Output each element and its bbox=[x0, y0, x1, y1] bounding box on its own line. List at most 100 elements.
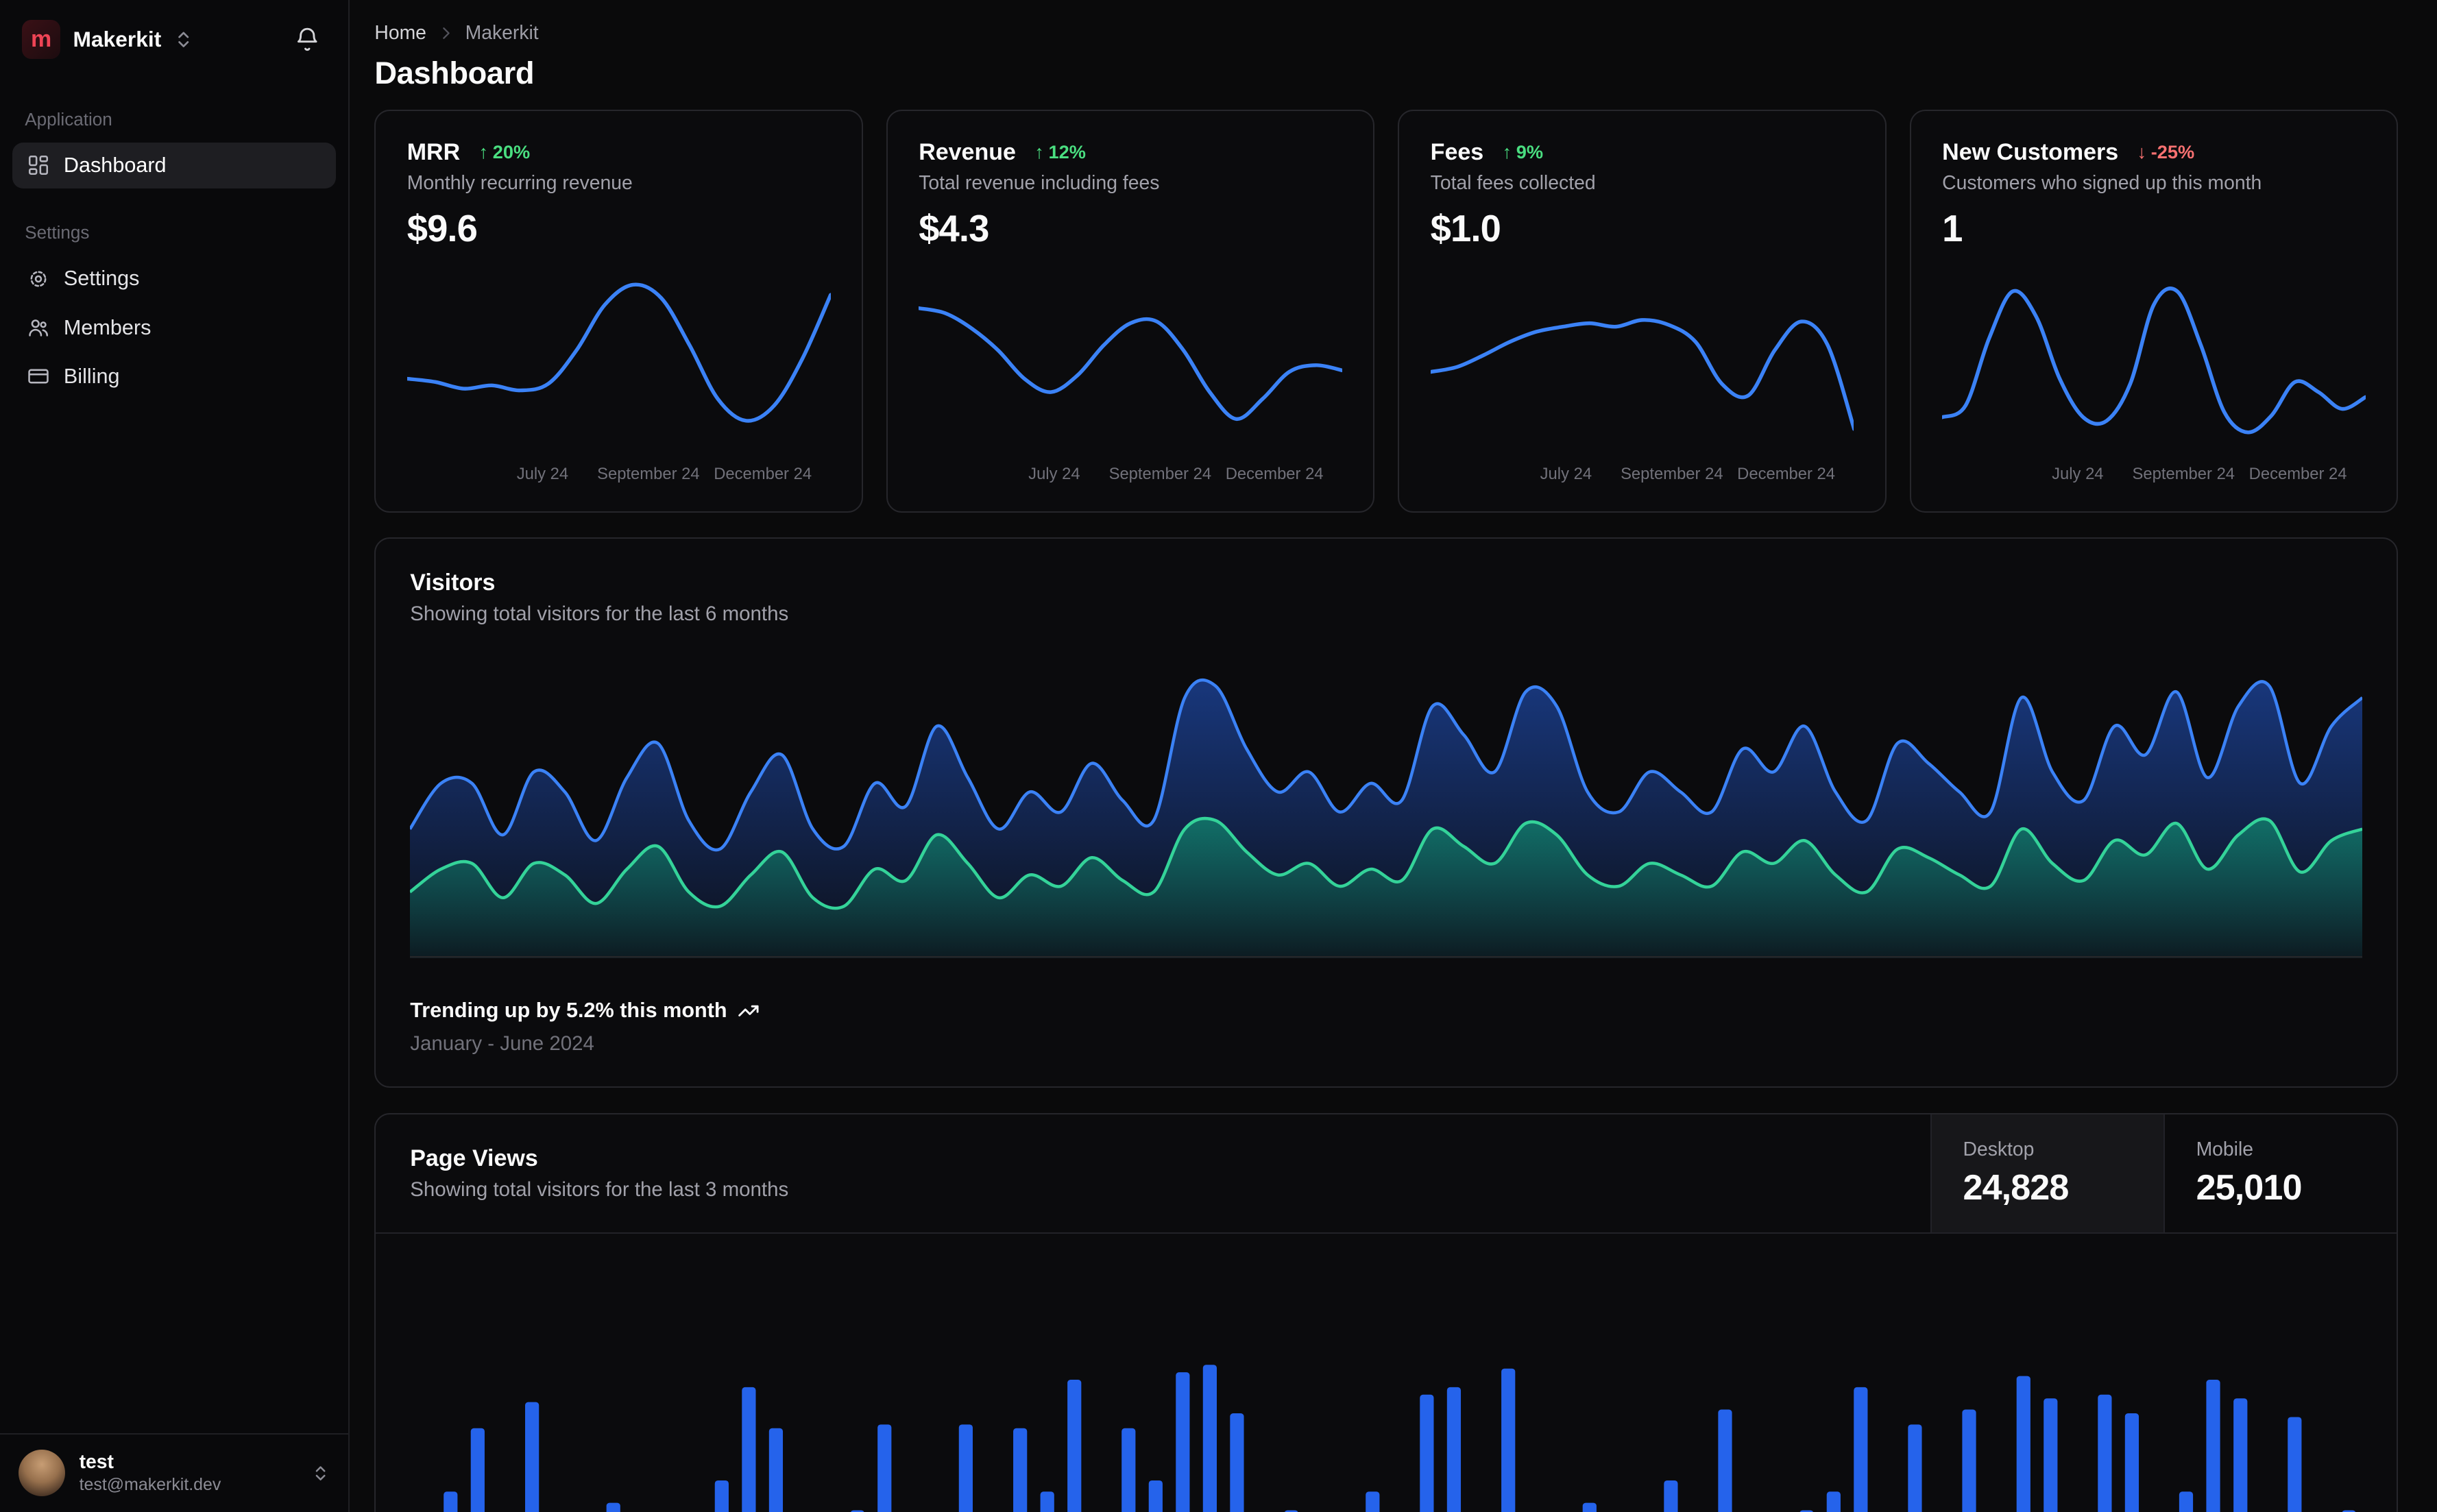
app-root: m Makerkit Application Dashboard Setting… bbox=[0, 0, 2437, 1512]
sidebar-item-billing[interactable]: Billing bbox=[12, 354, 336, 400]
toggle-value: 25,010 bbox=[2196, 1168, 2303, 1208]
trend-badge: ↑ 9% bbox=[1502, 141, 1543, 163]
toggle-desktop[interactable]: Desktop 24,828 bbox=[1930, 1114, 2164, 1233]
chevrons-up-down-icon bbox=[178, 32, 189, 47]
sidebar-footer: test test@makerkit.dev bbox=[0, 1432, 349, 1512]
sidebar-item-label: Dashboard bbox=[63, 153, 167, 177]
line-chart bbox=[919, 306, 1342, 422]
chevron-right-icon bbox=[437, 25, 454, 42]
sidebar-item-settings[interactable]: Settings bbox=[12, 256, 336, 302]
sidebar-item-label: Members bbox=[63, 315, 151, 339]
x-axis-label: July 24 bbox=[1540, 464, 1592, 483]
x-axis-label: September 24 bbox=[2132, 464, 2235, 483]
users-icon bbox=[27, 316, 50, 339]
nav-section-application: Application bbox=[25, 108, 112, 130]
sidebar-item-members[interactable]: Members bbox=[12, 305, 336, 351]
notifications-button[interactable] bbox=[288, 20, 327, 59]
page-views-bar-chart bbox=[376, 1287, 2397, 1512]
x-axis-label: July 24 bbox=[1028, 464, 1080, 483]
main-content: Home Makerkit Dashboard MRR ↑ 20% Monthl… bbox=[350, 0, 2437, 1512]
credit-card-icon bbox=[27, 365, 50, 388]
trend-note-text: Trending up by 5.2% this month bbox=[410, 999, 727, 1023]
toggle-label: Mobile bbox=[2196, 1138, 2254, 1160]
page-views-subtitle: Showing total visitors for the last 3 mo… bbox=[410, 1178, 789, 1202]
stat-title: New Customers bbox=[1942, 138, 2119, 165]
workspace-selector[interactable]: m Makerkit bbox=[21, 20, 194, 60]
user-menu[interactable]: test test@makerkit.dev bbox=[19, 1450, 330, 1497]
x-axis-label: September 24 bbox=[1108, 464, 1212, 483]
sidebar-nav: Application Dashboard Settings Settings … bbox=[0, 75, 348, 402]
stat-subtitle: Customers who signed up this month bbox=[1942, 171, 2262, 194]
visitors-period: January - June 2024 bbox=[410, 1032, 594, 1056]
stat-card-fees: Fees ↑ 9% Total fees collected $1.0 July… bbox=[1398, 109, 1887, 513]
stat-value: 1 bbox=[1942, 207, 1963, 249]
sidebar-item-label: Billing bbox=[63, 364, 120, 388]
breadcrumb-home-link[interactable]: Home bbox=[374, 22, 426, 45]
stat-value: $1.0 bbox=[1430, 207, 1501, 249]
trend-badge: ↑ 12% bbox=[1034, 141, 1086, 163]
trend-badge: ↓ -25% bbox=[2137, 141, 2194, 163]
stat-subtitle: Total revenue including fees bbox=[919, 171, 1160, 194]
trend-badge: ↑ 20% bbox=[478, 141, 530, 163]
x-axis-label: December 24 bbox=[1737, 464, 1836, 483]
stat-card-revenue: Revenue ↑ 12% Total revenue including fe… bbox=[886, 109, 1375, 513]
sidebar-item-label: Settings bbox=[63, 267, 140, 291]
breadcrumb-current: Makerkit bbox=[465, 21, 539, 44]
gear-icon bbox=[27, 267, 50, 291]
avatar bbox=[19, 1450, 66, 1497]
x-axis-label: December 24 bbox=[2248, 464, 2347, 483]
workspace-name: Makerkit bbox=[73, 27, 162, 52]
stat-title: Revenue bbox=[919, 138, 1016, 165]
x-axis-label: July 24 bbox=[2052, 464, 2104, 483]
line-chart bbox=[407, 282, 831, 424]
page-views-card: Page Views Showing total visitors for th… bbox=[374, 1112, 2399, 1512]
trend-down-icon: ↓ bbox=[2137, 141, 2146, 163]
stat-value: $4.3 bbox=[919, 207, 989, 249]
x-axis-label: July 24 bbox=[516, 464, 569, 483]
visitors-title: Visitors bbox=[410, 570, 496, 596]
page-views-title: Page Views bbox=[410, 1145, 538, 1171]
stat-subtitle: Monthly recurring revenue bbox=[407, 171, 633, 194]
line-chart bbox=[1430, 318, 1854, 432]
stat-card-new-customers: New Customers ↓ -25% Customers who signe… bbox=[1909, 109, 2399, 513]
page-title: Dashboard bbox=[374, 55, 535, 90]
breadcrumb: Home Makerkit bbox=[374, 22, 2398, 45]
sidebar: m Makerkit Application Dashboard Setting… bbox=[0, 0, 350, 1512]
new-customers-sparkline-chart: July 24 September 24 December 24 bbox=[1942, 259, 2366, 489]
trend-up-icon: ↑ bbox=[478, 141, 488, 163]
dashboard-icon bbox=[27, 154, 50, 177]
user-name: test bbox=[79, 1451, 114, 1473]
revenue-sparkline-chart: July 24 September 24 December 24 bbox=[919, 259, 1342, 489]
fees-sparkline-chart: July 24 September 24 December 24 bbox=[1430, 259, 1854, 489]
trend-up-icon: ↑ bbox=[1034, 141, 1044, 163]
visitors-area-chart bbox=[410, 648, 2363, 959]
trending-up-icon bbox=[738, 1000, 760, 1022]
x-axis-label: September 24 bbox=[597, 464, 700, 483]
stats-row: MRR ↑ 20% Monthly recurring revenue $9.6… bbox=[374, 109, 2399, 513]
bar-chart bbox=[444, 1365, 2356, 1512]
mrr-sparkline-chart: July 24 September 24 December 24 bbox=[407, 259, 831, 489]
x-axis-label: December 24 bbox=[1225, 464, 1324, 483]
trend-change: 20% bbox=[492, 141, 531, 163]
stat-subtitle: Total fees collected bbox=[1430, 171, 1596, 194]
user-email: test@makerkit.dev bbox=[79, 1475, 221, 1495]
stat-title: Fees bbox=[1430, 138, 1484, 165]
trend-change: 9% bbox=[1516, 141, 1544, 163]
sidebar-header: m Makerkit bbox=[0, 0, 348, 75]
visitors-card: Visitors Showing total visitors for the … bbox=[374, 537, 2399, 1088]
trend-change: 12% bbox=[1048, 141, 1086, 163]
toggle-label: Desktop bbox=[1963, 1138, 2035, 1160]
chevrons-up-down-icon bbox=[315, 1465, 326, 1480]
area-chart bbox=[410, 678, 2363, 959]
x-axis-label: December 24 bbox=[714, 464, 812, 483]
trend-change: -25% bbox=[2150, 141, 2195, 163]
toggle-mobile[interactable]: Mobile 25,010 bbox=[2163, 1114, 2397, 1233]
sidebar-item-dashboard[interactable]: Dashboard bbox=[12, 142, 336, 188]
app-logo: m bbox=[21, 20, 61, 60]
nav-section-settings: Settings bbox=[25, 222, 90, 243]
stat-card-mrr: MRR ↑ 20% Monthly recurring revenue $9.6… bbox=[374, 109, 863, 513]
x-axis-label: September 24 bbox=[1621, 464, 1723, 483]
trend-up-icon: ↑ bbox=[1502, 141, 1512, 163]
toggle-value: 24,828 bbox=[1963, 1168, 2069, 1208]
visitors-subtitle: Showing total visitors for the last 6 mo… bbox=[410, 602, 789, 626]
